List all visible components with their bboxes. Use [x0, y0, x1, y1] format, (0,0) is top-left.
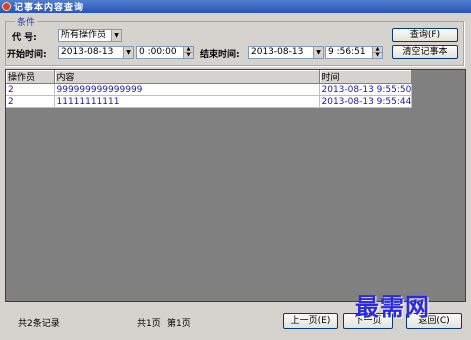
cell-operator[interactable]: 2 — [6, 83, 55, 96]
cell-time[interactable]: 2013-08-13 9:55:44 — [319, 95, 413, 108]
start-date-picker[interactable]: 2013-08-13 ▼ — [58, 46, 134, 59]
app-icon — [2, 2, 11, 11]
operator-select[interactable]: 所有操作员 ▼ — [58, 29, 122, 42]
chevron-down-icon[interactable]: ▼ — [313, 47, 323, 58]
column-header-time[interactable]: 时间 — [319, 70, 413, 84]
cell-time[interactable]: 2013-08-13 9:55:50 — [319, 83, 413, 96]
total-pages-text: 共1页 — [137, 319, 161, 329]
clear-notes-button[interactable]: 清空记事本 — [392, 45, 458, 59]
prev-page-button[interactable]: 上一页(E) — [283, 313, 338, 329]
cell-content[interactable]: 11111111111 — [54, 95, 320, 108]
column-header-content[interactable]: 内容 — [54, 70, 320, 84]
table-row[interactable]: 2 11111111111 2013-08-13 9:55:44 — [6, 95, 413, 108]
chevron-down-icon[interactable]: ▼ — [111, 30, 121, 41]
table-header-row: 操作员 内容 时间 — [6, 70, 413, 84]
spin-arrows-icon[interactable]: ▲ ▼ — [183, 47, 193, 58]
start-time-value: 0 :00:00 — [139, 47, 177, 57]
current-page-text: 第1页 — [167, 319, 191, 329]
start-date-value: 2013-08-13 — [61, 47, 114, 57]
results-grid[interactable]: 操作员 内容 时间 2 999999999999999 2013-08-13 9… — [5, 69, 466, 302]
cell-content[interactable]: 999999999999999 — [54, 83, 320, 96]
query-button[interactable]: 查询(F) — [392, 28, 458, 42]
cell-operator[interactable]: 2 — [6, 95, 55, 108]
operator-select-value: 所有操作员 — [61, 30, 107, 40]
conditions-group: 条件 代 号: 所有操作员 ▼ 开始时间: 2013-08-13 ▼ 0 :00… — [5, 15, 464, 66]
title-bar: 记事本内容查询 — [0, 0, 471, 13]
end-date-value: 2013-08-13 — [251, 47, 304, 57]
code-label: 代 号: — [12, 33, 37, 43]
start-time-spinner[interactable]: 0 :00:00 ▲ ▼ — [136, 46, 194, 59]
end-date-picker[interactable]: 2013-08-13 ▼ — [248, 46, 324, 59]
column-header-operator[interactable]: 操作员 — [6, 70, 55, 84]
start-time-label: 开始时间: — [7, 50, 47, 60]
table-row[interactable]: 2 999999999999999 2013-08-13 9:55:50 — [6, 83, 413, 96]
watermark-logo: 最需网 — [355, 292, 430, 321]
window-title: 记事本内容查询 — [14, 3, 85, 13]
end-time-spinner[interactable]: 9 :56:51 ▲ ▼ — [325, 46, 383, 59]
spin-arrows-icon[interactable]: ▲ ▼ — [372, 47, 382, 58]
chevron-down-icon[interactable]: ▼ — [123, 47, 133, 58]
conditions-caption: 条件 — [15, 15, 38, 28]
results-table: 操作员 内容 时间 2 999999999999999 2013-08-13 9… — [6, 70, 413, 108]
end-time-value: 9 :56:51 — [328, 47, 366, 57]
end-time-label: 结束时间: — [200, 50, 240, 60]
total-records-text: 共2条记录 — [18, 319, 60, 329]
